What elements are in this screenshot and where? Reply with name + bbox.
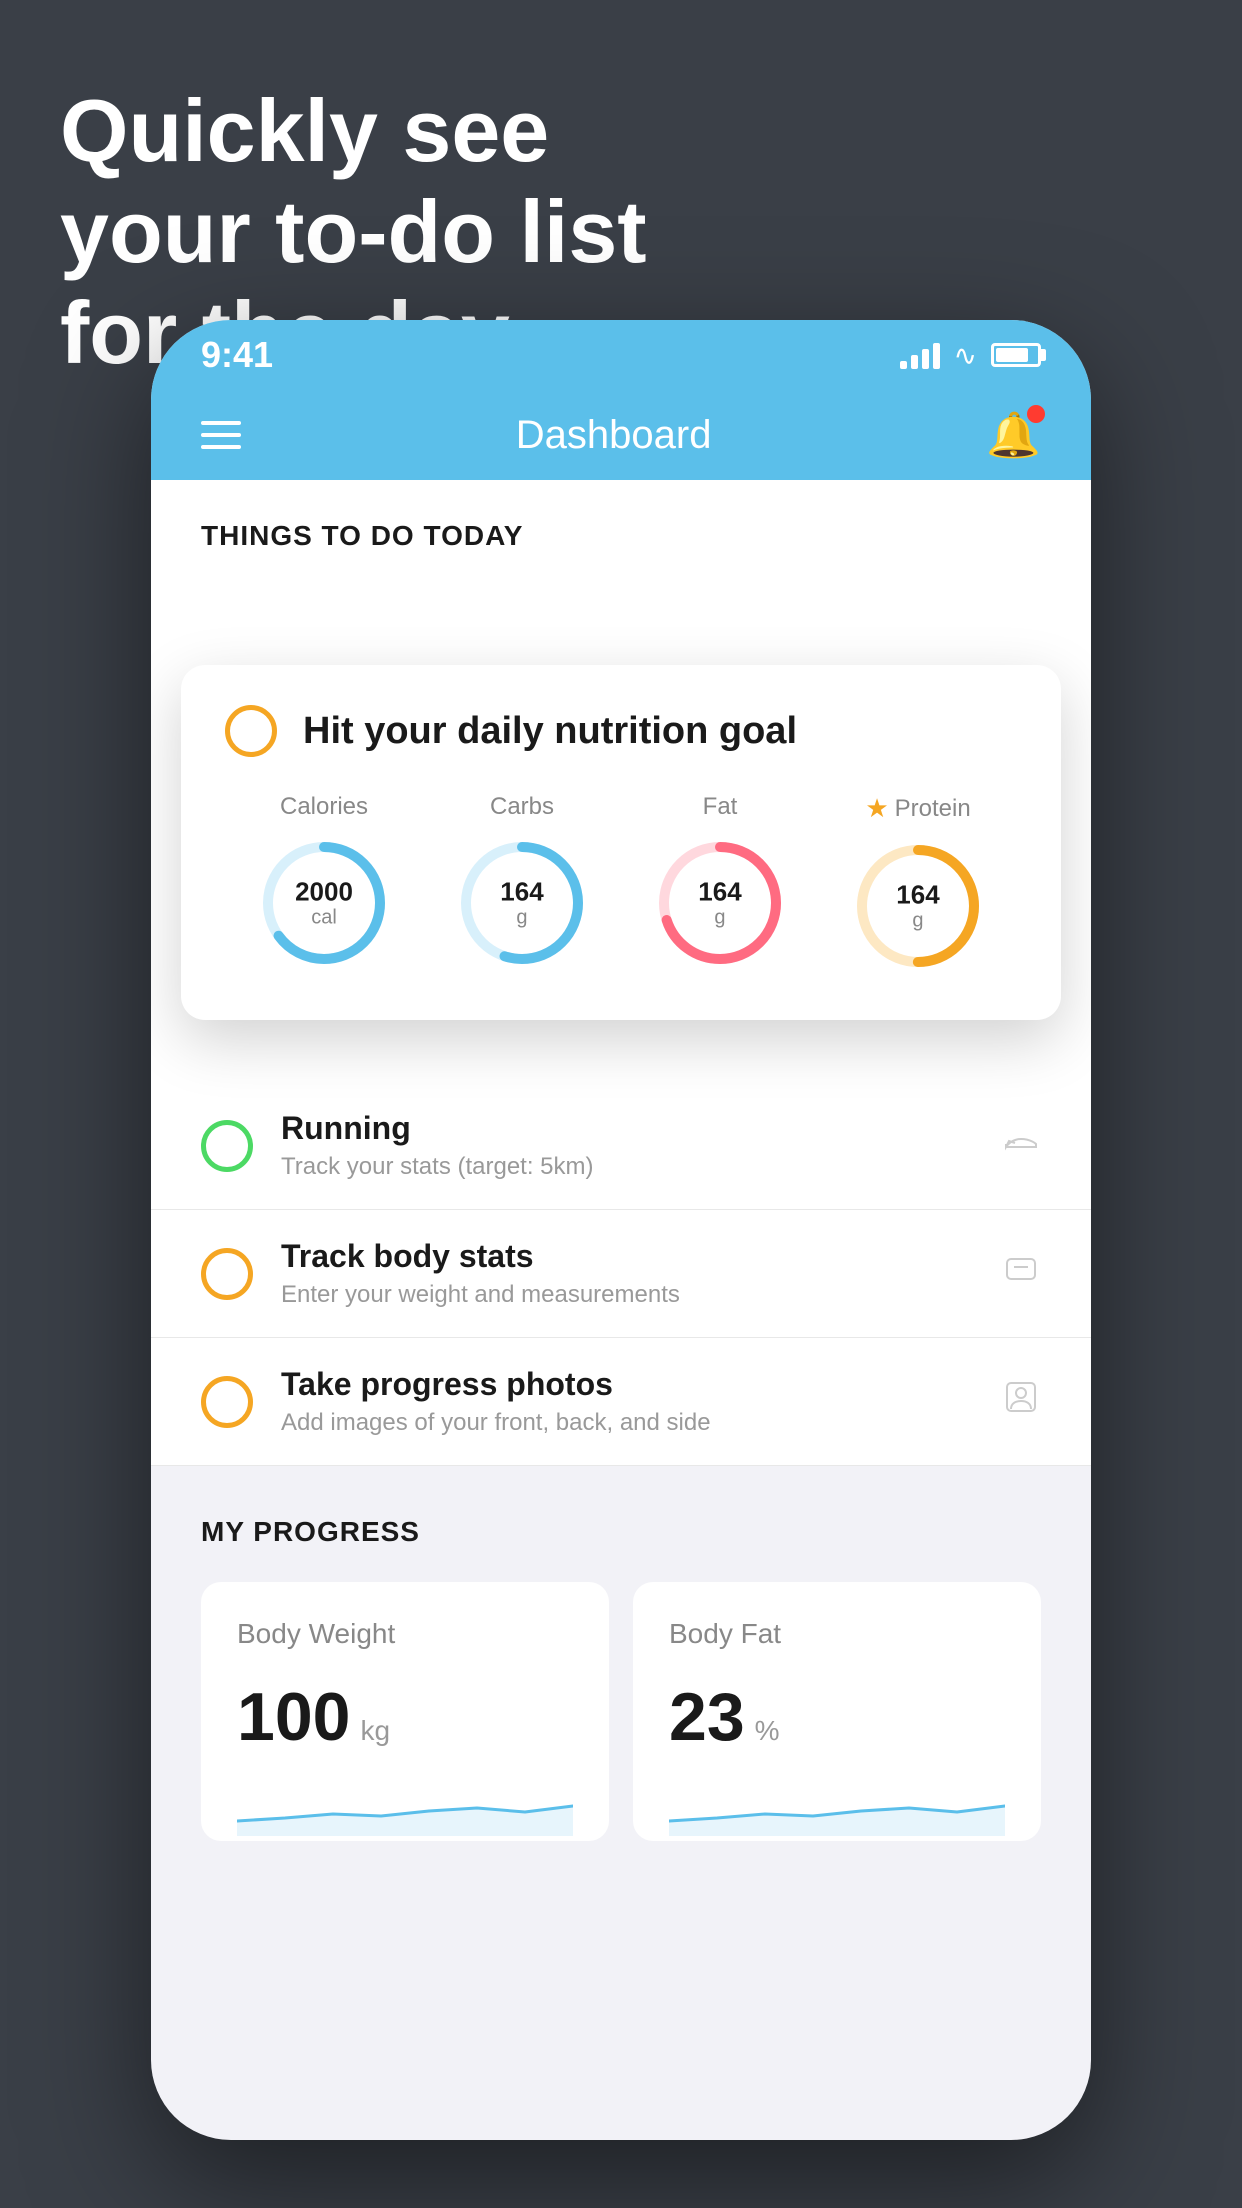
ring-unit: g [698,906,741,928]
progress-card-body-fat[interactable]: Body Fat 23 % [633,1582,1041,1841]
nutrition-card: Hit your daily nutrition goal Calories 2… [181,665,1061,1020]
nav-title: Dashboard [516,413,712,458]
todo-checkbox[interactable] [201,1120,253,1172]
progress-heading: MY PROGRESS [201,1516,1041,1548]
progress-chart [669,1776,1005,1836]
shoe-icon [1001,1121,1041,1171]
progress-card-value: 23 % [669,1678,1005,1756]
progress-section: MY PROGRESS Body Weight 100 kg Body Fat … [151,1466,1091,1881]
nutrition-label: Calories [280,793,368,821]
todo-text: Running Track your stats (target: 5km) [281,1110,1001,1181]
notification-dot [1027,405,1045,423]
nutrition-row: Calories 2000 cal Carbs 164 g Fat [225,793,1017,976]
nutrition-checkbox[interactable] [225,705,277,757]
progress-value-num: 100 [237,1678,350,1756]
todo-subtitle: Track your stats (target: 5km) [281,1153,1001,1181]
todo-text: Track body stats Enter your weight and me… [281,1238,1001,1309]
card-title: Hit your daily nutrition goal [303,710,797,753]
nutrition-item-carbs: Carbs 164 g [452,793,592,973]
ring-center: 164 g [500,878,543,929]
hamburger-menu[interactable] [201,421,241,449]
ring-value: 2000 [295,878,353,907]
progress-chart [237,1776,573,1836]
todo-title: Running [281,1110,1001,1147]
status-time: 9:41 [201,334,273,376]
progress-card-body-weight[interactable]: Body Weight 100 kg [201,1582,609,1841]
progress-value-unit: kg [360,1715,390,1747]
todo-text: Take progress photos Add images of your f… [281,1366,1001,1437]
ring-center: 2000 cal [295,878,353,929]
ring-container: 164 g [452,833,592,973]
todo-subtitle: Enter your weight and measurements [281,1281,1001,1309]
ring-center: 164 g [698,878,741,929]
nutrition-label: Fat [703,793,738,821]
card-header: Hit your daily nutrition goal [225,705,1017,757]
phone-frame: 9:41 ∿ Dashboard 🔔 THINGS TO DO TODA [151,320,1091,2140]
todo-list: Running Track your stats (target: 5km) Tra… [151,1082,1091,1466]
nutrition-label-row: Carbs [490,793,554,821]
ring-unit: g [500,906,543,928]
todo-item-running[interactable]: Running Track your stats (target: 5km) [151,1082,1091,1210]
star-icon: ★ [865,793,888,824]
status-bar: 9:41 ∿ [151,320,1091,390]
nutrition-label-row: ★Protein [865,793,970,824]
todo-checkbox[interactable] [201,1376,253,1428]
bell-icon[interactable]: 🔔 [986,409,1041,461]
ring-container: 164 g [650,833,790,973]
battery-icon [991,343,1041,367]
nutrition-item-protein: ★Protein 164 g [848,793,988,976]
scale-icon [1001,1249,1041,1299]
nav-bar: Dashboard 🔔 [151,390,1091,480]
progress-card-value: 100 kg [237,1678,573,1756]
ring-value: 164 [896,881,939,910]
person-icon [1001,1377,1041,1427]
todo-title: Track body stats [281,1238,1001,1275]
hero-line2: your to-do list [60,181,647,282]
status-icons: ∿ [900,339,1041,372]
ring-center: 164 g [896,881,939,932]
hero-line1: Quickly see [60,80,647,181]
todo-title: Take progress photos [281,1366,1001,1403]
nutrition-label: Protein [895,795,971,823]
ring-unit: cal [295,906,353,928]
ring-value: 164 [698,878,741,907]
ring-container: 164 g [848,836,988,976]
ring-value: 164 [500,878,543,907]
progress-value-unit: % [755,1715,780,1747]
section-heading: THINGS TO DO TODAY [151,480,1091,572]
nutrition-item-fat: Fat 164 g [650,793,790,973]
wifi-icon: ∿ [954,339,977,372]
ring-unit: g [896,909,939,931]
todo-checkbox[interactable] [201,1248,253,1300]
progress-card-title: Body Fat [669,1618,1005,1650]
progress-card-title: Body Weight [237,1618,573,1650]
nutrition-item-calories: Calories 2000 cal [254,793,394,973]
todo-item-track-body[interactable]: Track body stats Enter your weight and me… [151,1210,1091,1338]
signal-icon [900,341,940,369]
ring-container: 2000 cal [254,833,394,973]
nutrition-label-row: Calories [280,793,368,821]
progress-cards: Body Weight 100 kg Body Fat 23 % [201,1582,1041,1841]
todo-item-progress-photos[interactable]: Take progress photos Add images of your f… [151,1338,1091,1466]
todo-subtitle: Add images of your front, back, and side [281,1409,1001,1437]
progress-value-num: 23 [669,1678,745,1756]
nutrition-label-row: Fat [703,793,738,821]
nutrition-label: Carbs [490,793,554,821]
